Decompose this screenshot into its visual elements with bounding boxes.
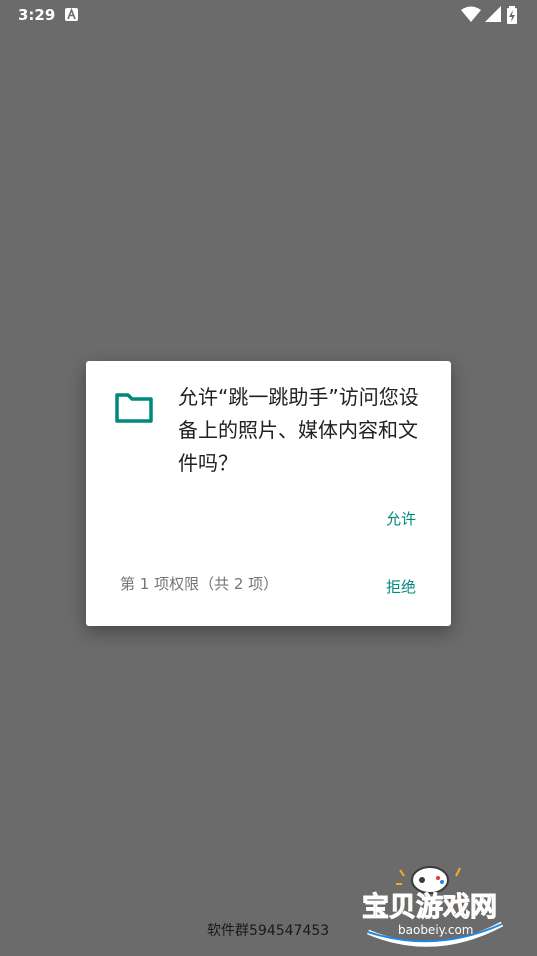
text-a-icon	[65, 8, 78, 21]
footer-text: 软件群594547453	[207, 923, 330, 939]
allow-button[interactable]: 允许	[366, 503, 436, 535]
signal-icon	[485, 6, 501, 22]
status-bar: 3:29	[0, 0, 537, 32]
wifi-icon	[461, 6, 481, 22]
permission-dialog: 允许“跳一跳助手”访问您设备上的照片、媒体内容和文件吗？ 允许 第 1 项权限（…	[86, 361, 451, 626]
permission-counter: 第 1 项权限（共 2 项）	[120, 575, 279, 593]
deny-button[interactable]: 拒绝	[366, 571, 436, 603]
folder-icon	[114, 392, 154, 424]
battery-charging-icon	[507, 6, 517, 24]
dialog-message: 允许“跳一跳助手”访问您设备上的照片、媒体内容和文件吗？	[178, 385, 419, 475]
svg-text:baobeiy.com: baobeiy.com	[398, 923, 473, 937]
status-time: 3:29	[18, 6, 56, 24]
svg-text:宝贝游戏网: 宝贝游戏网	[362, 891, 497, 923]
watermark-logo: 宝贝游戏网 baobeiy.com	[360, 862, 510, 950]
